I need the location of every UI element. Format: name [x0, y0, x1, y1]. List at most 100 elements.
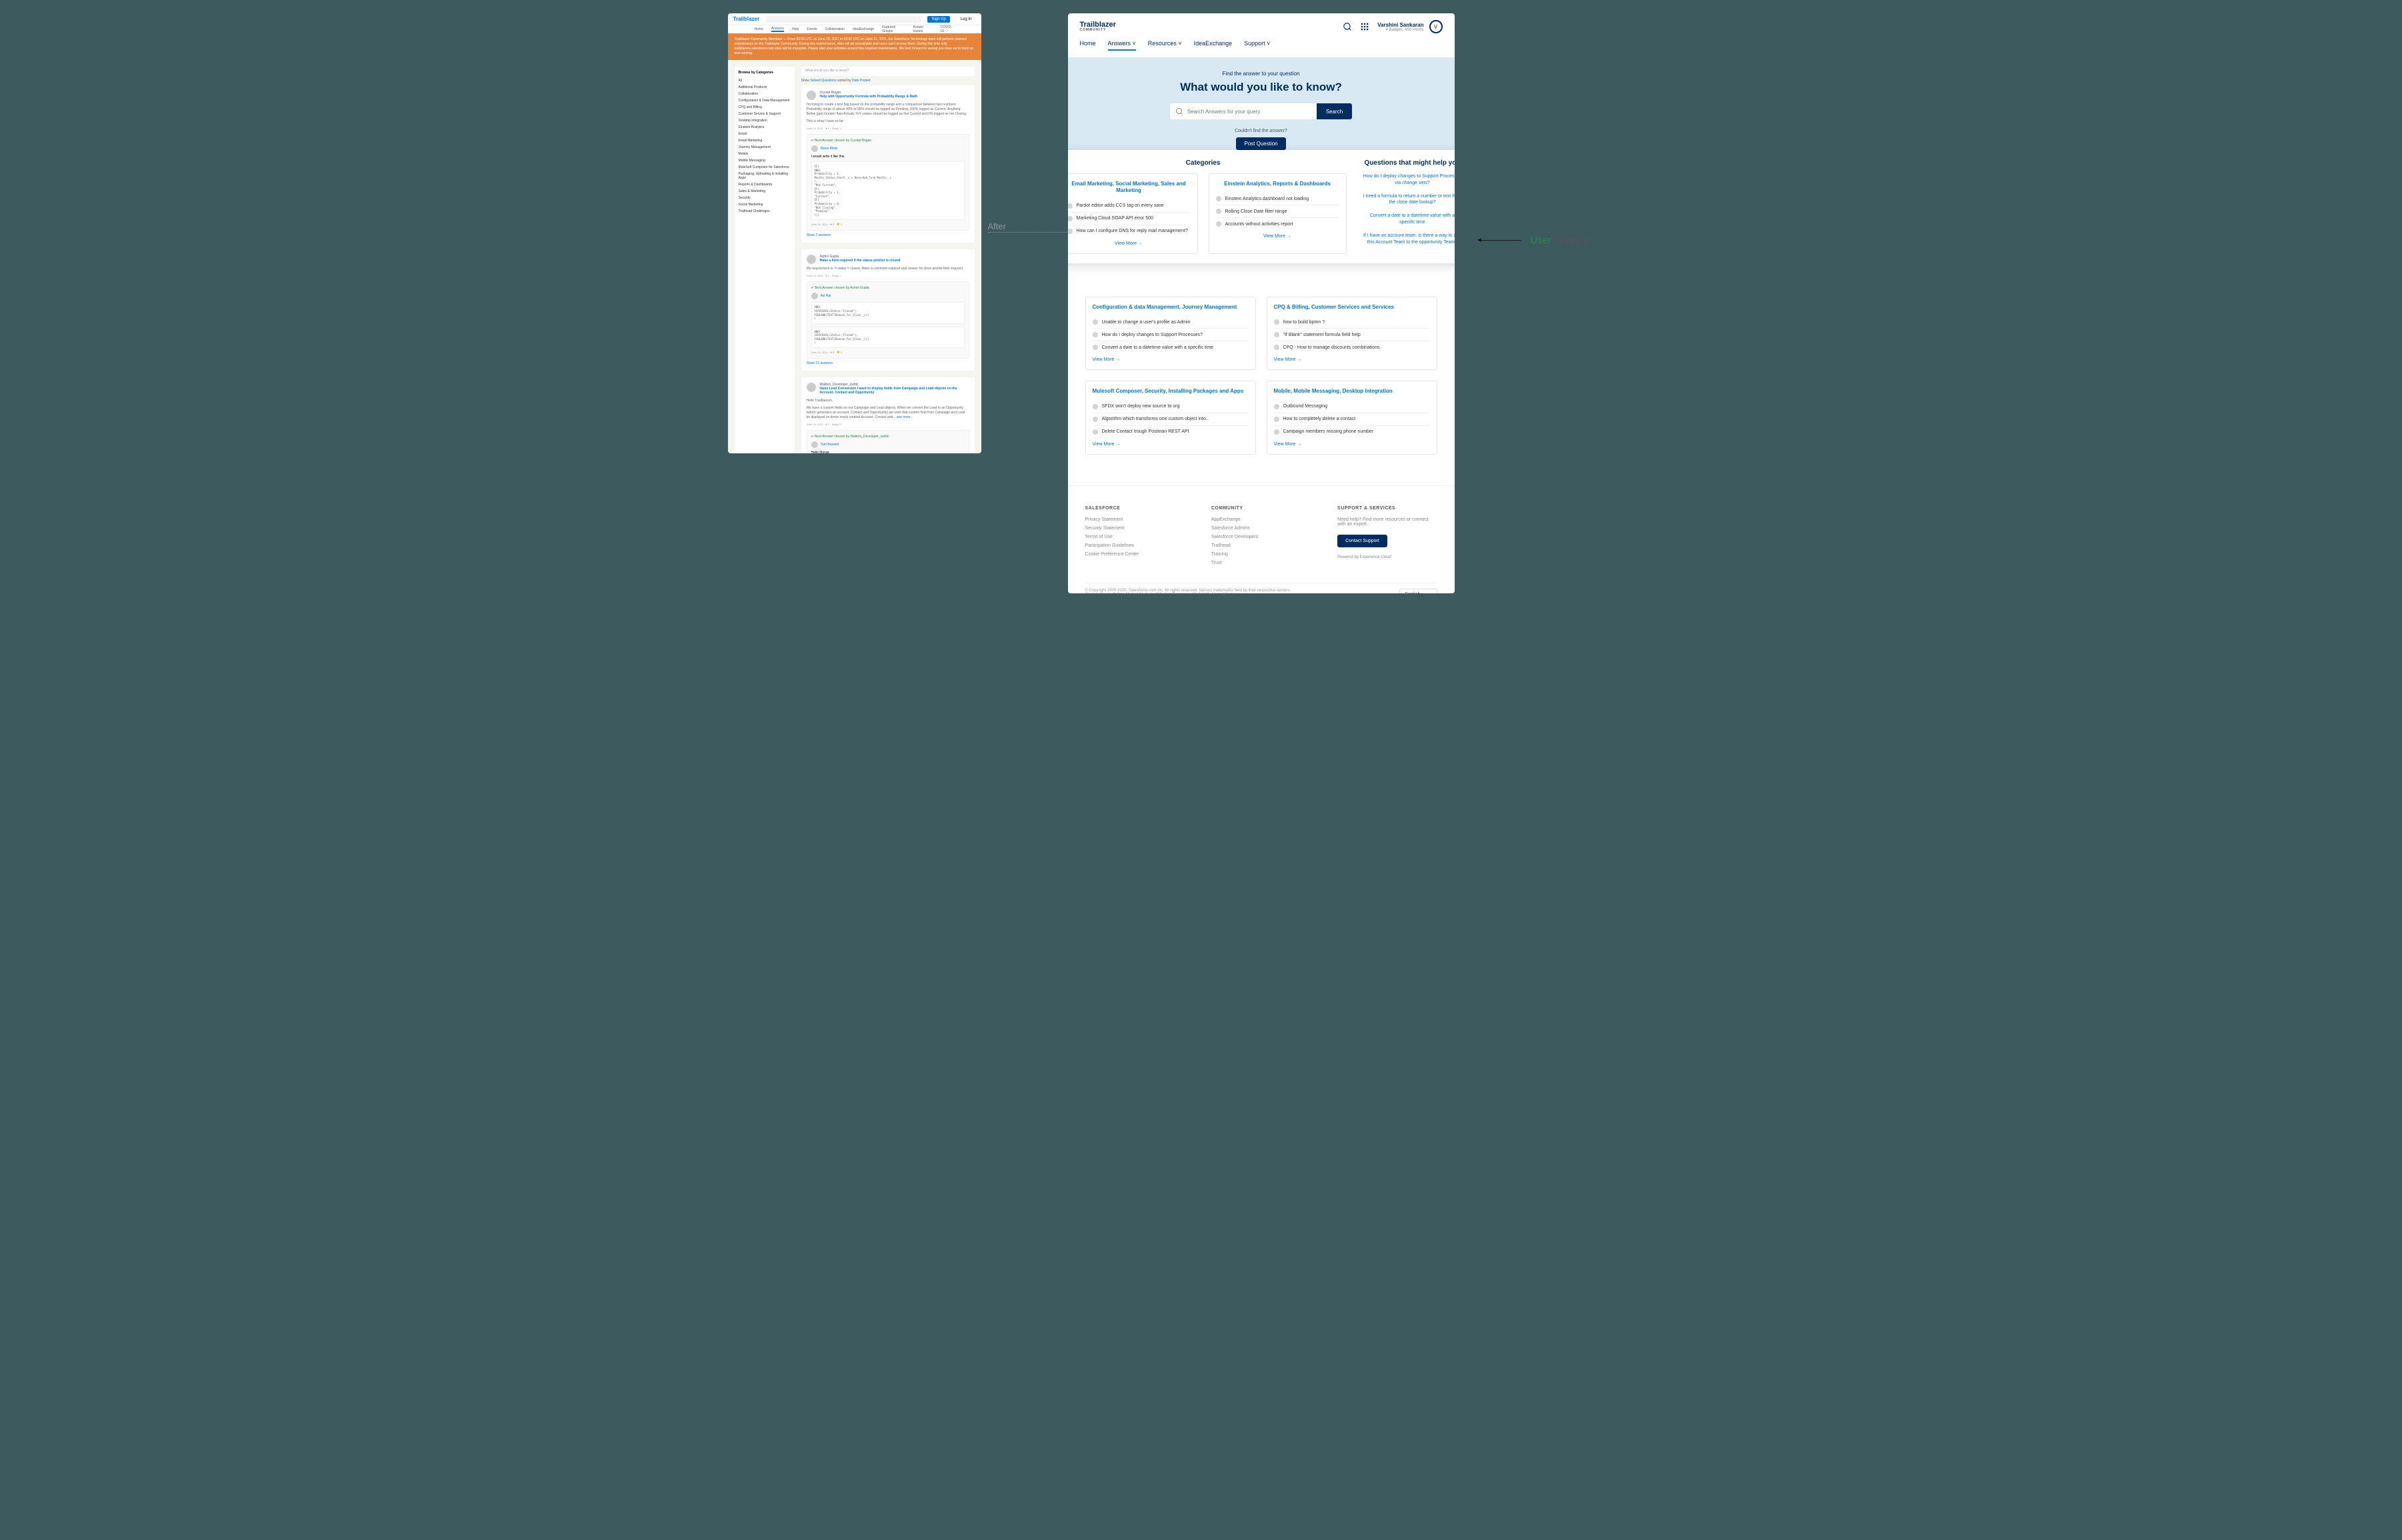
footer-link[interactable]: Salesforce Developers: [1211, 535, 1311, 539]
nav-item[interactable]: COVID-19: [940, 25, 954, 33]
nav-item[interactable]: Collaboration: [825, 27, 845, 31]
sidebar-item[interactable]: MuleSoft Composer for Salesforce: [739, 164, 791, 171]
category-title[interactable]: Email Marketing, Social Marketing, Sales…: [1068, 181, 1191, 195]
sidebar-item[interactable]: Reports & Dashboards: [739, 181, 791, 188]
user-menu[interactable]: Varshini Sankaran 4 Badges, 450 Points V: [1377, 20, 1442, 33]
show-answers-link[interactable]: Show 2 answers: [807, 233, 969, 237]
sidebar-item[interactable]: Sales & Marketing: [739, 188, 791, 195]
nav-item-support[interactable]: Support ˅: [1244, 40, 1270, 51]
category-item[interactable]: Algorithm which transforms one custom ob…: [1093, 413, 1249, 426]
sidebar-item[interactable]: Mobile Messaging: [739, 157, 791, 164]
search-input[interactable]: [1170, 103, 1317, 119]
view-more-link[interactable]: View More →: [1093, 442, 1121, 447]
view-more-link[interactable]: View More →: [1093, 357, 1121, 362]
category-title[interactable]: Mobile, Mobile Messaging, Desktop Integr…: [1274, 388, 1430, 395]
before-logo: Trailblazer: [733, 16, 760, 22]
sidebar-item[interactable]: Journey Management: [739, 144, 791, 151]
footer-link[interactable]: Security Statement: [1085, 526, 1185, 531]
nav-item[interactable]: Known Issues: [913, 25, 933, 33]
category-title[interactable]: Einstein Analytics, Reports & Dashboards: [1216, 181, 1339, 187]
footer-link[interactable]: Privacy Statement: [1085, 517, 1185, 522]
sort-value-link[interactable]: Date Posted: [852, 79, 871, 83]
question-title[interactable]: Make a field required if the status pick…: [820, 259, 901, 263]
category-item[interactable]: how to build bpmn ?: [1274, 316, 1430, 329]
nav-item-home[interactable]: Home: [1080, 40, 1096, 51]
nav-item[interactable]: IdeaExchange: [853, 27, 874, 31]
nav-item-answers[interactable]: Answers ˅: [1108, 40, 1136, 51]
category-item[interactable]: Einstein Analytics dashboard not loading: [1216, 193, 1339, 205]
help-question-link[interactable]: I need a formula to return a number or t…: [1363, 193, 1455, 207]
category-item[interactable]: Rolling Close Date filter range: [1216, 205, 1339, 218]
help-question-link[interactable]: Convert a date to a datetime value with …: [1363, 213, 1455, 226]
category-item[interactable]: How to completely delete a contact: [1274, 413, 1430, 426]
category-item[interactable]: Accounts without activities report: [1216, 218, 1339, 230]
footer-link[interactable]: Trailhead: [1211, 543, 1311, 548]
category-item[interactable]: Convert a date to a datetime value with …: [1093, 341, 1249, 353]
category-item[interactable]: Marketing Cloud SOAP API error 500: [1068, 213, 1191, 225]
before-searchbar[interactable]: What would you like to know?: [801, 67, 975, 76]
sidebar-item[interactable]: Additional Products: [739, 84, 791, 91]
sidebar-item[interactable]: Mobile: [739, 151, 791, 157]
nav-item-ideaexchange[interactable]: IdeaExchange: [1194, 40, 1233, 51]
sidebar-item[interactable]: Trailhead Challenges: [739, 208, 791, 215]
view-more-link[interactable]: View More →: [1115, 241, 1143, 246]
category-item[interactable]: How can I configure DNS for reply mail m…: [1068, 225, 1191, 237]
nav-item[interactable]: Events: [807, 27, 817, 31]
category-title[interactable]: CPQ & Billing, Customer Services and Ser…: [1274, 304, 1430, 311]
sidebar-item[interactable]: Customer Service & Support: [739, 111, 791, 117]
footer-link[interactable]: Trust: [1211, 561, 1311, 565]
category-item[interactable]: Campaign members missing phone number: [1274, 426, 1430, 438]
sidebar-item[interactable]: Einstein Analytics: [739, 124, 791, 131]
contact-support-button[interactable]: Contact Support: [1337, 535, 1387, 547]
apps-icon[interactable]: [1360, 22, 1369, 31]
sidebar-item[interactable]: Email Marketing: [739, 137, 791, 144]
sidebar-item[interactable]: Desktop Integration: [739, 117, 791, 124]
nav-item-resources[interactable]: Resources ˅: [1148, 40, 1182, 51]
footer-link[interactable]: Participation Guidelines: [1085, 543, 1185, 548]
question-title[interactable]: Help with Opportunity Formula with Proba…: [820, 95, 918, 99]
view-more-link[interactable]: View More →: [1274, 357, 1302, 362]
question-title[interactable]: Upon Lead Conversion I want to display f…: [820, 387, 969, 395]
sidebar-item[interactable]: Collaboration: [739, 91, 791, 97]
footer-link[interactable]: Cookie Preference Center: [1085, 552, 1185, 557]
search-icon[interactable]: [1343, 22, 1352, 31]
sidebar-item[interactable]: CPQ and Billing: [739, 104, 791, 111]
nav-item[interactable]: Help: [792, 27, 799, 31]
category-item[interactable]: Delete Contact trough Postman REST API: [1093, 426, 1249, 438]
sidebar-item[interactable]: Email: [739, 131, 791, 137]
category-item[interactable]: CPQ - How to manage discounts combinatio…: [1274, 341, 1430, 353]
sort-kind-link[interactable]: Solved Questions: [810, 79, 836, 83]
footer-link[interactable]: Salesforce Admins: [1211, 526, 1311, 531]
category-item[interactable]: Pardot editor adds CCS tag on every save: [1068, 200, 1191, 213]
footer-link[interactable]: Terms of Use: [1085, 535, 1185, 539]
view-more-link[interactable]: View More →: [1263, 234, 1291, 239]
post-question-button[interactable]: Post Question: [1236, 137, 1285, 150]
category-title[interactable]: Mulesoft Composer, Security, Installing …: [1093, 388, 1249, 395]
view-more-link[interactable]: View More →: [1274, 442, 1302, 447]
category-item[interactable]: Outbound Messaging: [1274, 401, 1430, 413]
category-item[interactable]: "If Blank" statement formula field help: [1274, 329, 1430, 341]
footer-link[interactable]: AppExchange: [1211, 517, 1311, 522]
sidebar-item[interactable]: Security: [739, 195, 791, 201]
category-item[interactable]: Unable to change a user's profile as Adm…: [1093, 316, 1249, 329]
before-search-input[interactable]: [766, 16, 921, 23]
see-more-link[interactable]: see more...: [897, 415, 913, 419]
sidebar-item[interactable]: Social Marketing: [739, 201, 791, 208]
nav-item[interactable]: Featured Groups: [882, 25, 905, 33]
signup-button[interactable]: Sign Up: [927, 16, 949, 23]
sidebar-item[interactable]: Packaging, Uploading & Installing Apps: [739, 171, 791, 181]
category-item[interactable]: SFDX won't deploy new source to org: [1093, 401, 1249, 413]
help-question-link[interactable]: How do I deploy changes to Support Proce…: [1363, 173, 1455, 187]
login-button[interactable]: Log In: [957, 16, 976, 23]
category-title[interactable]: Configuration & data Management, Journey…: [1093, 304, 1249, 311]
show-answers-link[interactable]: Show 13 answers: [807, 361, 969, 365]
help-question-link[interactable]: If I have an account team, is there a wa…: [1363, 233, 1455, 246]
category-item[interactable]: How do I deploy changes to Support Proce…: [1093, 329, 1249, 341]
search-button[interactable]: Search: [1317, 103, 1352, 119]
sidebar-item[interactable]: All: [739, 77, 791, 84]
footer-link[interactable]: Training: [1211, 552, 1311, 557]
sidebar-item[interactable]: Configuration & Data Management: [739, 97, 791, 104]
nav-item[interactable]: Home: [755, 27, 763, 31]
nav-item[interactable]: Answers: [771, 27, 784, 32]
language-selector[interactable]: English: [1399, 589, 1437, 593]
